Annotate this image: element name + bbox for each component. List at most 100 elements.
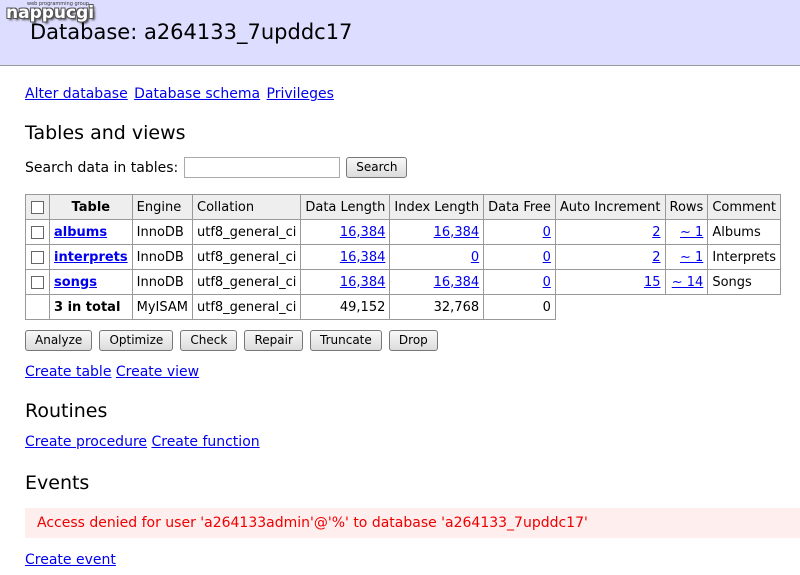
comment-cell: Songs (707, 269, 782, 295)
table-name-cell: songs (49, 269, 133, 295)
table-name-cell: albums (49, 219, 133, 245)
data-length-link[interactable]: 16,384 (340, 225, 386, 240)
create-view-link[interactable]: Create view (116, 364, 199, 380)
search-label: Search data in tables: (25, 159, 179, 176)
engine-cell: InnoDB (131, 244, 194, 270)
row-checkbox[interactable] (31, 275, 44, 289)
col-header[interactable]: Comment (707, 194, 782, 220)
col-header[interactable]: Auto Increment (554, 194, 666, 220)
tables-heading: Tables and views (25, 122, 186, 144)
table-row: songs InnoDB utf8_general_ci 16,384 16,3… (25, 269, 782, 295)
rows-link[interactable]: ~ 14 (672, 275, 704, 290)
rows-link[interactable]: ~ 1 (680, 225, 703, 240)
total-engine: MyISAM (131, 294, 194, 320)
total-index-length: 32,768 (389, 294, 485, 320)
data-length-cell: 16,384 (300, 269, 391, 295)
engine-cell: InnoDB (131, 269, 194, 295)
comment-cell: Interprets (707, 244, 782, 270)
table-name-link[interactable]: songs (54, 275, 97, 290)
collation-cell: utf8_general_ci (191, 219, 302, 245)
col-header[interactable]: Collation (191, 194, 302, 220)
rows-link[interactable]: ~ 1 (680, 250, 703, 265)
total-collation: utf8_general_ci (191, 294, 302, 320)
check-button[interactable]: Check (180, 330, 238, 351)
index-length-cell: 0 (389, 244, 485, 270)
index-length-cell: 16,384 (389, 219, 485, 245)
error-message: Access denied for user 'a264133admin'@'%… (25, 508, 800, 538)
drop-button[interactable]: Drop (388, 330, 438, 351)
auto-increment-link[interactable]: 15 (644, 275, 661, 290)
alter-database-link[interactable]: Alter database (25, 86, 128, 102)
search-input[interactable] (184, 157, 341, 178)
select-all-cell (25, 194, 50, 220)
total-data-length: 49,152 (300, 294, 391, 320)
database-schema-link[interactable]: Database schema (134, 86, 260, 102)
create-event-link[interactable]: Create event (25, 552, 116, 568)
auto-increment-cell: 15 (554, 269, 666, 295)
total-data-free: 0 (483, 294, 556, 320)
auto-increment-cell: 2 (554, 219, 666, 245)
col-header[interactable]: Engine (131, 194, 194, 220)
page-header: nappucgi web programming group Database:… (0, 0, 800, 66)
search-button[interactable]: Search (346, 157, 408, 178)
table-actions: Analyze Optimize Check Repair Truncate D… (25, 330, 441, 351)
optimize-button[interactable]: Optimize (99, 330, 174, 351)
data-length-cell: 16,384 (300, 219, 391, 245)
routines-heading: Routines (25, 400, 108, 422)
data-length-link[interactable]: 16,384 (340, 275, 386, 290)
index-length-cell: 16,384 (389, 269, 485, 295)
logo-subtitle: web programming group (27, 1, 89, 7)
row-checkbox[interactable] (31, 225, 44, 239)
col-header[interactable]: Data Free (483, 194, 556, 220)
index-length-link[interactable]: 16,384 (434, 275, 480, 290)
col-header[interactable]: Index Length (389, 194, 485, 220)
total-row: 3 in total MyISAM utf8_general_ci 49,152… (25, 294, 781, 320)
database-links: Alter database Database schema Privilege… (25, 86, 336, 102)
data-free-cell: 0 (483, 219, 556, 245)
analyze-button[interactable]: Analyze (25, 330, 93, 351)
create-procedure-link[interactable]: Create procedure (25, 434, 147, 450)
table-header-row: Table Engine Collation Data Length Index… (25, 194, 782, 220)
table-row: albums InnoDB utf8_general_ci 16,384 16,… (25, 219, 782, 245)
data-free-link[interactable]: 0 (543, 250, 551, 265)
auto-increment-link[interactable]: 2 (652, 250, 660, 265)
page-title: Database: a264133_7upddc17 (30, 20, 353, 44)
data-free-link[interactable]: 0 (543, 225, 551, 240)
engine-cell: InnoDB (131, 219, 194, 245)
index-length-link[interactable]: 16,384 (434, 225, 480, 240)
row-checkbox[interactable] (31, 250, 44, 264)
auto-increment-link[interactable]: 2 (652, 225, 660, 240)
row-select-cell (25, 219, 50, 245)
comment-cell: Albums (707, 219, 782, 245)
col-header[interactable]: Rows (664, 194, 709, 220)
repair-button[interactable]: Repair (244, 330, 303, 351)
collation-cell: utf8_general_ci (191, 244, 302, 270)
data-free-link[interactable]: 0 (543, 275, 551, 290)
data-free-cell: 0 (483, 244, 556, 270)
rows-cell: ~ 14 (664, 269, 709, 295)
data-free-cell: 0 (483, 269, 556, 295)
table-name-link[interactable]: interprets (54, 250, 128, 265)
create-function-link[interactable]: Create function (151, 434, 259, 450)
col-header[interactable]: Data Length (300, 194, 391, 220)
auto-increment-cell: 2 (554, 244, 666, 270)
table-name-cell: interprets (49, 244, 133, 270)
data-length-cell: 16,384 (300, 244, 391, 270)
rows-cell: ~ 1 (664, 244, 709, 270)
data-length-link[interactable]: 16,384 (340, 250, 386, 265)
total-label: 3 in total (49, 294, 133, 320)
table-name-link[interactable]: albums (54, 225, 107, 240)
create-table-link[interactable]: Create table (25, 364, 111, 380)
create-event-links: Create event (25, 552, 116, 568)
select-all-checkbox[interactable] (31, 200, 44, 214)
collation-cell: utf8_general_ci (191, 269, 302, 295)
row-select-cell (25, 269, 50, 295)
truncate-button[interactable]: Truncate (310, 330, 382, 351)
search-form: Search data in tables: Search (25, 157, 410, 178)
create-table-links: Create table Create view (25, 364, 199, 380)
privileges-link[interactable]: Privileges (267, 86, 334, 102)
col-header[interactable]: Table (49, 194, 133, 220)
index-length-link[interactable]: 0 (471, 250, 479, 265)
tables-list: Table Engine Collation Data Length Index… (25, 194, 782, 320)
empty-cell (25, 294, 50, 320)
